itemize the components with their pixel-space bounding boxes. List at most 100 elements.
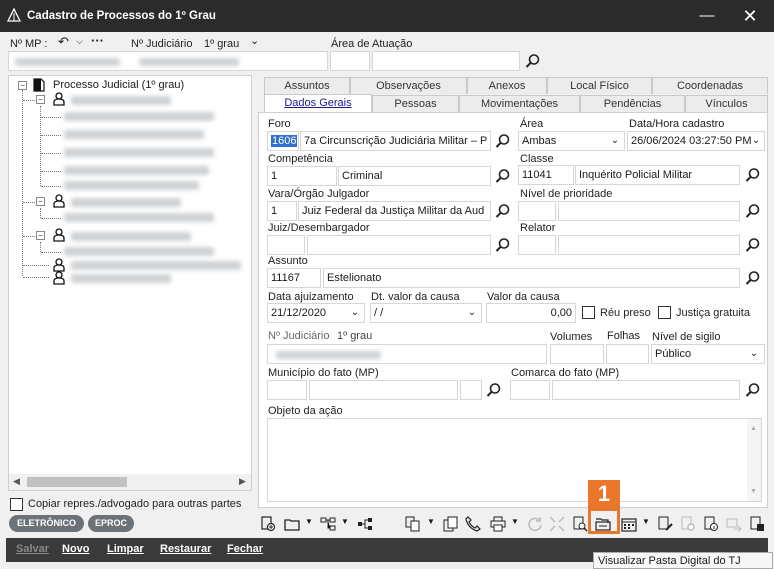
scroll-left-icon[interactable]: ◀ xyxy=(13,476,20,487)
fechar-button[interactable]: Fechar xyxy=(227,543,263,555)
dropdown-arrow-icon[interactable]: ▼ xyxy=(511,517,519,526)
objeto-scrollbar[interactable]: ▲ ▼ xyxy=(747,419,761,501)
eletronico-badge[interactable]: ELETRÔNICO xyxy=(9,515,84,532)
valor-causa-input[interactable]: 0,00 xyxy=(486,303,576,323)
limpar-button[interactable]: Limpar xyxy=(107,543,144,555)
tab-observacoes[interactable]: Observações xyxy=(350,77,467,94)
competencia-code-input[interactable]: 1 xyxy=(267,166,337,186)
add-document-icon[interactable] xyxy=(260,516,276,532)
search-icon[interactable] xyxy=(525,53,541,69)
copiar-checkbox[interactable] xyxy=(10,498,23,511)
tree-horizontal-scrollbar[interactable]: ◀ ▶ xyxy=(9,474,251,490)
tab-dados-gerais[interactable]: Dados Gerais xyxy=(264,94,372,113)
foro-code-input[interactable]: 1606 xyxy=(267,131,299,151)
tree-item[interactable] xyxy=(64,148,214,157)
assunto-name-input[interactable]: Estelionato xyxy=(323,268,740,288)
collapse-icon[interactable]: − xyxy=(36,197,45,206)
tab-assuntos[interactable]: Assuntos xyxy=(264,77,350,94)
edit-document-icon[interactable] xyxy=(657,516,673,532)
tab-local-fisico[interactable]: Local Físico xyxy=(547,77,652,94)
hierarchy-icon[interactable] xyxy=(320,516,336,532)
area-code-input[interactable] xyxy=(330,51,370,71)
tab-coordenadas[interactable]: Coordenadas xyxy=(652,77,768,94)
search-icon[interactable] xyxy=(745,203,761,219)
justica-gratuita-checkbox[interactable] xyxy=(658,306,671,319)
objeto-textarea[interactable]: ▲ ▼ xyxy=(267,418,762,502)
chevron-down-icon[interactable]: ⌄ xyxy=(464,303,480,323)
chevron-down-icon[interactable]: ⌄ xyxy=(607,131,623,151)
collapse-icon[interactable]: − xyxy=(18,81,27,90)
municipio-code-input[interactable] xyxy=(267,380,307,400)
info-document-icon[interactable] xyxy=(703,516,719,532)
mp-number-input[interactable] xyxy=(8,51,328,71)
volumes-input[interactable] xyxy=(550,344,604,364)
tree-root-label[interactable]: Processo Judicial (1º grau) xyxy=(53,79,184,91)
tree-item[interactable] xyxy=(64,213,214,222)
novo-button[interactable]: Novo xyxy=(62,543,90,555)
chevron-down-icon[interactable]: ⌄ xyxy=(347,303,363,323)
scroll-right-icon[interactable]: ▶ xyxy=(239,476,246,487)
tab-vinculos[interactable]: Vínculos xyxy=(685,95,768,112)
printer-icon[interactable] xyxy=(490,516,506,532)
vara-code-input[interactable]: 1 xyxy=(267,201,297,221)
search-icon[interactable] xyxy=(495,133,511,149)
search-document-icon[interactable] xyxy=(572,516,588,532)
search-icon[interactable] xyxy=(495,168,511,184)
minimize-button[interactable]: — xyxy=(691,4,723,28)
export-document-icon[interactable] xyxy=(749,516,765,532)
phone-icon[interactable] xyxy=(465,516,481,532)
prioridade-name-input[interactable] xyxy=(558,201,740,221)
documents-swap-icon[interactable] xyxy=(405,516,421,532)
salvar-button[interactable]: Salvar xyxy=(16,543,49,555)
chevron-down-icon[interactable]: ⌵ xyxy=(76,36,83,47)
more-icon[interactable]: ··· xyxy=(91,33,104,48)
vara-name-input[interactable]: Juiz Federal da Justiça Militar da Aud xyxy=(298,201,491,221)
comarca-code-input[interactable] xyxy=(510,380,550,400)
municipio-name-input[interactable] xyxy=(309,380,458,400)
tree-item[interactable] xyxy=(64,166,209,175)
juiz-name-input[interactable] xyxy=(307,235,491,255)
close-button[interactable]: ✕ xyxy=(734,4,766,28)
copy-documents-icon[interactable] xyxy=(443,516,459,532)
tree-item[interactable] xyxy=(64,130,204,139)
tab-anexos[interactable]: Anexos xyxy=(467,77,547,94)
reu-preso-checkbox[interactable] xyxy=(582,306,595,319)
search-icon[interactable] xyxy=(745,237,761,253)
dropdown-arrow-icon[interactable]: ▼ xyxy=(642,517,650,526)
tree-item[interactable] xyxy=(64,112,214,121)
eproc-badge[interactable]: EPROC xyxy=(88,515,134,532)
municipio-uf-input[interactable] xyxy=(460,380,482,400)
dropdown-arrow-icon[interactable]: ▼ xyxy=(305,517,313,526)
relator-code-input[interactable] xyxy=(518,235,556,255)
grau-chevron-icon[interactable]: ⌄ xyxy=(250,34,259,47)
foro-name-input[interactable]: 7a Circunscrição Judiciária Militar – P xyxy=(300,131,491,151)
search-icon[interactable] xyxy=(745,270,761,286)
search-icon[interactable] xyxy=(745,167,761,183)
restaurar-button[interactable]: Restaurar xyxy=(160,543,211,555)
tree-item[interactable] xyxy=(71,261,241,270)
classe-code-input[interactable]: 11041 xyxy=(518,165,574,185)
chevron-down-icon[interactable]: ⌄ xyxy=(748,131,764,151)
area-name-input[interactable] xyxy=(372,51,520,71)
classe-name-input[interactable]: Inquérito Policial Militar xyxy=(575,165,740,185)
tree-item[interactable] xyxy=(71,274,171,283)
comarca-name-input[interactable] xyxy=(552,380,740,400)
collapse-icon[interactable]: − xyxy=(36,231,45,240)
tab-pendencias[interactable]: Pendências xyxy=(580,95,685,112)
dropdown-arrow-icon[interactable]: ▼ xyxy=(427,517,435,526)
data-cadastro-input[interactable]: 26/06/2024 03:27:50 PM xyxy=(627,131,765,151)
tab-movimentacoes[interactable]: Movimentações xyxy=(459,95,580,112)
search-icon[interactable] xyxy=(745,382,761,398)
tree-item[interactable] xyxy=(64,181,199,190)
folder-icon[interactable] xyxy=(284,516,300,532)
assunto-code-input[interactable]: 11167 xyxy=(267,268,321,288)
undo-icon[interactable]: ↶ xyxy=(58,34,69,50)
prioridade-code-input[interactable] xyxy=(518,201,556,221)
num-judiciario-input[interactable] xyxy=(267,344,547,364)
collapse-icon[interactable]: − xyxy=(36,95,45,104)
network-icon[interactable] xyxy=(357,516,373,532)
chevron-down-icon[interactable]: ⌄ xyxy=(746,344,762,364)
juiz-code-input[interactable] xyxy=(267,235,305,255)
tab-pessoas[interactable]: Pessoas xyxy=(372,95,459,112)
search-icon[interactable] xyxy=(486,382,502,398)
